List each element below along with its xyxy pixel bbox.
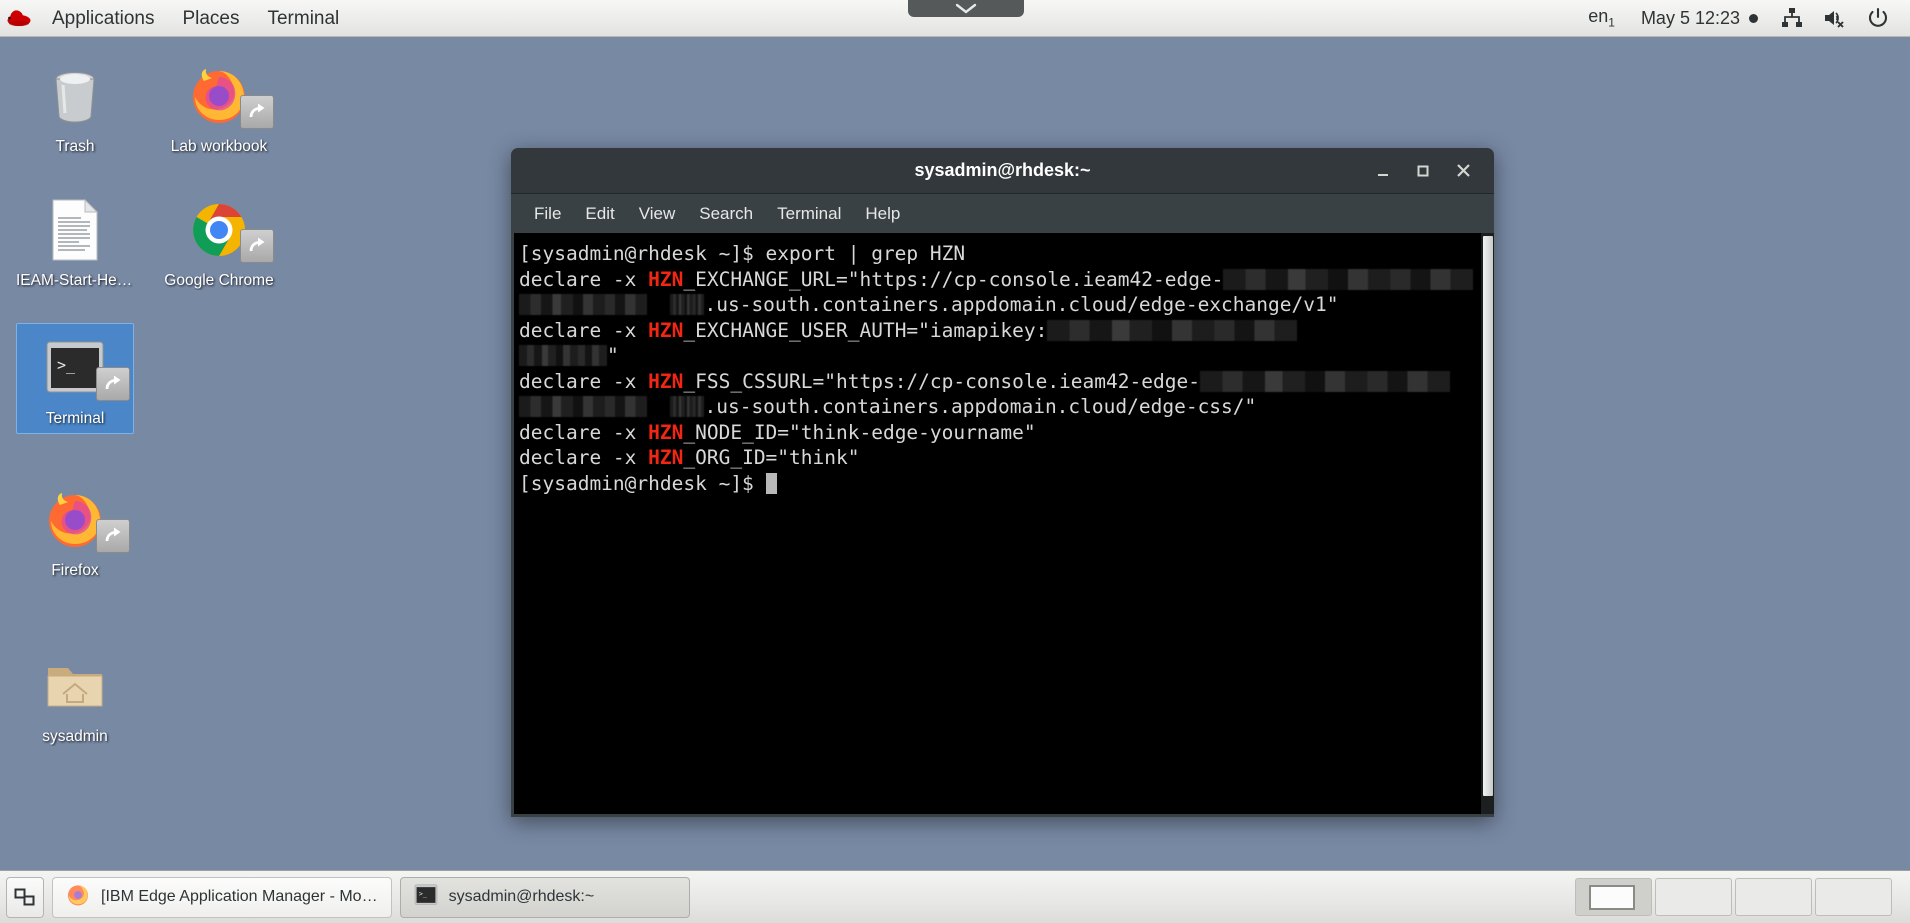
volume-muted-icon[interactable] [1816, 8, 1854, 28]
chevron-down-icon [955, 3, 977, 14]
clock[interactable]: May 5 12:23 [1631, 8, 1768, 29]
show-desktop-button[interactable] [6, 876, 44, 918]
svg-text:>_: >_ [57, 356, 76, 374]
taskbar-item-label: sysadmin@rhdesk:~ [448, 888, 595, 905]
top-panel-right-tray: en1 May 5 12:23 [1578, 6, 1910, 30]
keyboard-layout-indicator[interactable]: en1 [1578, 6, 1625, 30]
desktop-icon-label: Terminal [45, 410, 105, 427]
desktop-icon-label: IEAM-Start-Her… [16, 272, 134, 289]
menu-help[interactable]: Help [855, 200, 910, 228]
menu-terminal[interactable]: Terminal [767, 200, 851, 228]
menu-edit[interactable]: Edit [575, 200, 624, 228]
show-desktop-icon [14, 888, 35, 906]
desktop-icon-terminal[interactable]: >_ Terminal [16, 323, 134, 434]
desktop-icon-label: sysadmin [42, 728, 108, 745]
workspace-4[interactable] [1815, 878, 1892, 916]
scrollbar-thumb[interactable] [1482, 236, 1493, 796]
workspace-1[interactable] [1575, 878, 1652, 916]
desktop-icon-home-folder[interactable]: sysadmin [16, 641, 134, 752]
firefox-icon [66, 883, 90, 912]
terminal-shortcut-icon: >_ [16, 331, 134, 405]
terminal-window[interactable]: sysadmin@rhdesk:~ File Edit View Search … [511, 148, 1494, 817]
taskbar-item-label: [IBM Edge Application Manager - Mo… [101, 888, 378, 905]
menu-file[interactable]: File [524, 200, 571, 228]
terminal-window-title: sysadmin@rhdesk:~ [914, 160, 1091, 180]
shortcut-arrow-icon [240, 229, 274, 263]
close-button[interactable] [1454, 162, 1472, 179]
desktop-icon-label: Lab workbook [170, 138, 268, 155]
firefox-shortcut-icon [160, 59, 278, 133]
terminal-body[interactable]: [sysadmin@rhdesk ~]$ export | grep HZN d… [511, 233, 1494, 817]
workspace-switcher [1575, 878, 1904, 916]
taskbar-item-terminal[interactable]: >_ sysadmin@rhdesk:~ [399, 876, 690, 918]
keyboard-layout-label: en [1588, 6, 1609, 27]
taskbar-item-firefox[interactable]: [IBM Edge Application Manager - Mo… [52, 876, 392, 918]
desktop-icon-grid: Trash Lab workbook IEAM-Start-Her… Googl… [0, 45, 360, 845]
desktop-icon-label: Firefox [51, 562, 99, 579]
workspace-2[interactable] [1655, 878, 1732, 916]
menu-search[interactable]: Search [689, 200, 763, 228]
desktop-icon-lab-workbook[interactable]: Lab workbook [160, 51, 278, 162]
firefox-shortcut-icon [16, 483, 134, 557]
terminal-output[interactable]: [sysadmin@rhdesk ~]$ export | grep HZN d… [514, 233, 1480, 814]
desktop-icon-google-chrome[interactable]: Google Chrome [160, 185, 278, 296]
workspace-window-preview [1589, 885, 1635, 910]
redhat-logo-icon [0, 0, 38, 37]
desktop-icon-ieam-start-here[interactable]: IEAM-Start-Her… [16, 185, 134, 296]
workspace-3[interactable] [1735, 878, 1812, 916]
clock-label: May 5 12:23 [1640, 7, 1740, 28]
shortcut-arrow-icon [240, 95, 274, 129]
home-folder-icon [16, 649, 134, 723]
network-icon[interactable] [1774, 8, 1810, 28]
desktop-icon-label: Google Chrome [164, 272, 274, 289]
shortcut-arrow-icon [96, 519, 130, 553]
svg-text:>_: >_ [419, 890, 427, 898]
terminal-icon: >_ [414, 884, 438, 911]
window-controls [1374, 162, 1494, 179]
keyboard-layout-index: 1 [1608, 15, 1615, 30]
applications-menu[interactable]: Applications [38, 6, 168, 31]
taskbar: [IBM Edge Application Manager - Mo… >_ s… [0, 870, 1910, 923]
vertical-scrollbar[interactable] [1480, 233, 1494, 814]
terminal-menubar: File Edit View Search Terminal Help [511, 194, 1494, 233]
menu-view[interactable]: View [629, 200, 686, 228]
vm-toolbar-pulldown[interactable] [908, 0, 1024, 17]
desktop-icon-firefox[interactable]: Firefox [16, 475, 134, 586]
places-menu[interactable]: Places [168, 6, 253, 31]
minimize-button[interactable] [1374, 163, 1392, 179]
desktop-icon-trash[interactable]: Trash [16, 51, 134, 162]
maximize-button[interactable] [1414, 163, 1432, 179]
chrome-shortcut-icon [160, 193, 278, 267]
notification-dot-icon [1749, 13, 1758, 23]
document-icon [16, 193, 134, 267]
trash-icon [16, 59, 134, 133]
terminal-menu[interactable]: Terminal [253, 6, 353, 31]
shortcut-arrow-icon [96, 367, 130, 401]
power-icon[interactable] [1860, 7, 1896, 29]
desktop-icon-label: Trash [55, 138, 95, 155]
terminal-titlebar[interactable]: sysadmin@rhdesk:~ [511, 148, 1494, 194]
